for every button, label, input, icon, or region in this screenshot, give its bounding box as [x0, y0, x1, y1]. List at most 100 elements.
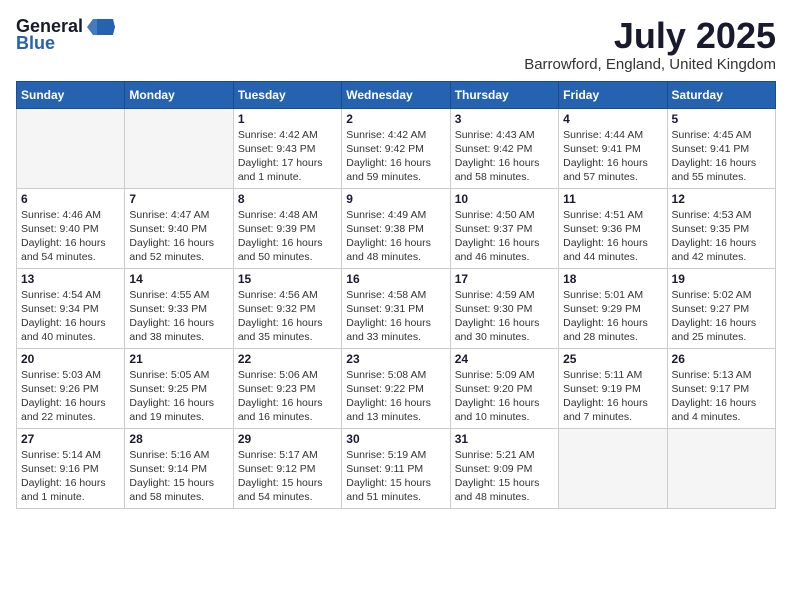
day-number: 15 — [238, 272, 337, 286]
day-number: 7 — [129, 192, 228, 206]
day-number: 26 — [672, 352, 771, 366]
day-detail: Sunrise: 4:43 AM Sunset: 9:42 PM Dayligh… — [455, 128, 554, 185]
day-detail: Sunrise: 4:47 AM Sunset: 9:40 PM Dayligh… — [129, 208, 228, 265]
calendar-cell: 23 Sunrise: 5:08 AM Sunset: 9:22 PM Dayli… — [342, 348, 450, 428]
day-detail: Sunrise: 5:02 AM Sunset: 9:27 PM Dayligh… — [672, 288, 771, 345]
day-number: 25 — [563, 352, 662, 366]
weekday-header-sunday: Sunday — [17, 81, 125, 108]
day-detail: Sunrise: 5:14 AM Sunset: 9:16 PM Dayligh… — [21, 448, 120, 505]
day-detail: Sunrise: 5:05 AM Sunset: 9:25 PM Dayligh… — [129, 368, 228, 425]
day-detail: Sunrise: 4:53 AM Sunset: 9:35 PM Dayligh… — [672, 208, 771, 265]
calendar-cell: 17Sunrise: 4:59 AM Sunset: 9:30 PM Dayli… — [450, 268, 558, 348]
week-row-5: 27 Sunrise: 5:14 AM Sunset: 9:16 PM Dayli… — [17, 428, 776, 508]
calendar-cell: 4 Sunrise: 4:44 AM Sunset: 9:41 PM Daylig… — [559, 108, 667, 188]
day-number: 5 — [672, 112, 771, 126]
month-title: July 2025 — [524, 16, 776, 56]
day-detail: Sunrise: 4:56 AM Sunset: 9:32 PM Dayligh… — [238, 288, 337, 345]
weekday-header-saturday: Saturday — [667, 81, 775, 108]
day-number: 22 — [238, 352, 337, 366]
day-detail: Sunrise: 4:58 AM Sunset: 9:31 PM Dayligh… — [346, 288, 445, 345]
calendar-cell: 10Sunrise: 4:50 AM Sunset: 9:37 PM Dayli… — [450, 188, 558, 268]
day-detail: Sunrise: 5:09 AM Sunset: 9:20 PM Dayligh… — [455, 368, 554, 425]
day-number: 20 — [21, 352, 120, 366]
day-detail: Sunrise: 4:42 AM Sunset: 9:42 PM Dayligh… — [346, 128, 445, 185]
calendar-cell: 25 Sunrise: 5:11 AM Sunset: 9:19 PM Dayli… — [559, 348, 667, 428]
calendar-cell: 20 Sunrise: 5:03 AM Sunset: 9:26 PM Dayli… — [17, 348, 125, 428]
weekday-header-thursday: Thursday — [450, 81, 558, 108]
day-number: 27 — [21, 432, 120, 446]
weekday-header-monday: Monday — [125, 81, 233, 108]
day-detail: Sunrise: 5:03 AM Sunset: 9:26 PM Dayligh… — [21, 368, 120, 425]
day-detail: Sunrise: 4:54 AM Sunset: 9:34 PM Dayligh… — [21, 288, 120, 345]
day-detail: Sunrise: 4:51 AM Sunset: 9:36 PM Dayligh… — [563, 208, 662, 265]
calendar-cell: 12 Sunrise: 4:53 AM Sunset: 9:35 PM Dayli… — [667, 188, 775, 268]
week-row-1: 1Sunrise: 4:42 AM Sunset: 9:43 PM Daylig… — [17, 108, 776, 188]
day-number: 13 — [21, 272, 120, 286]
day-number: 14 — [129, 272, 228, 286]
day-detail: Sunrise: 4:49 AM Sunset: 9:38 PM Dayligh… — [346, 208, 445, 265]
day-detail: Sunrise: 5:01 AM Sunset: 9:29 PM Dayligh… — [563, 288, 662, 345]
calendar-cell: 26 Sunrise: 5:13 AM Sunset: 9:17 PM Dayli… — [667, 348, 775, 428]
day-detail: Sunrise: 4:45 AM Sunset: 9:41 PM Dayligh… — [672, 128, 771, 185]
day-number: 11 — [563, 192, 662, 206]
calendar-cell: 9 Sunrise: 4:49 AM Sunset: 9:38 PM Daylig… — [342, 188, 450, 268]
day-detail: Sunrise: 5:08 AM Sunset: 9:22 PM Dayligh… — [346, 368, 445, 425]
day-number: 3 — [455, 112, 554, 126]
calendar-cell: 14 Sunrise: 4:55 AM Sunset: 9:33 PM Dayli… — [125, 268, 233, 348]
day-number: 18 — [563, 272, 662, 286]
calendar-cell: 28 Sunrise: 5:16 AM Sunset: 9:14 PM Dayli… — [125, 428, 233, 508]
calendar-cell: 24 Sunrise: 5:09 AM Sunset: 9:20 PM Dayli… — [450, 348, 558, 428]
calendar-cell: 22 Sunrise: 5:06 AM Sunset: 9:23 PM Dayli… — [233, 348, 341, 428]
day-number: 24 — [455, 352, 554, 366]
day-number: 12 — [672, 192, 771, 206]
day-number: 31 — [455, 432, 554, 446]
day-detail: Sunrise: 5:16 AM Sunset: 9:14 PM Dayligh… — [129, 448, 228, 505]
day-number: 2 — [346, 112, 445, 126]
page-header: General Blue July 2025 Barrowford, Engla… — [16, 16, 776, 73]
week-row-3: 13 Sunrise: 4:54 AM Sunset: 9:34 PM Dayli… — [17, 268, 776, 348]
day-detail: Sunrise: 4:46 AM Sunset: 9:40 PM Dayligh… — [21, 208, 120, 265]
logo: General Blue — [16, 16, 115, 54]
day-detail: Sunrise: 4:48 AM Sunset: 9:39 PM Dayligh… — [238, 208, 337, 265]
day-number: 9 — [346, 192, 445, 206]
day-number: 28 — [129, 432, 228, 446]
calendar-cell: 3 Sunrise: 4:43 AM Sunset: 9:42 PM Daylig… — [450, 108, 558, 188]
day-number: 19 — [672, 272, 771, 286]
day-detail: Sunrise: 5:11 AM Sunset: 9:19 PM Dayligh… — [563, 368, 662, 425]
day-number: 1 — [238, 112, 337, 126]
day-number: 16 — [346, 272, 445, 286]
day-detail: Sunrise: 5:06 AM Sunset: 9:23 PM Dayligh… — [238, 368, 337, 425]
day-detail: Sunrise: 5:19 AM Sunset: 9:11 PM Dayligh… — [346, 448, 445, 505]
calendar-cell: 31Sunrise: 5:21 AM Sunset: 9:09 PM Dayli… — [450, 428, 558, 508]
week-row-4: 20 Sunrise: 5:03 AM Sunset: 9:26 PM Dayli… — [17, 348, 776, 428]
calendar-cell: 8Sunrise: 4:48 AM Sunset: 9:39 PM Daylig… — [233, 188, 341, 268]
weekday-header-friday: Friday — [559, 81, 667, 108]
day-number: 23 — [346, 352, 445, 366]
weekday-header-row: SundayMondayTuesdayWednesdayThursdayFrid… — [17, 81, 776, 108]
calendar-cell — [559, 428, 667, 508]
day-detail: Sunrise: 5:13 AM Sunset: 9:17 PM Dayligh… — [672, 368, 771, 425]
calendar-cell: 7 Sunrise: 4:47 AM Sunset: 9:40 PM Daylig… — [125, 188, 233, 268]
week-row-2: 6Sunrise: 4:46 AM Sunset: 9:40 PM Daylig… — [17, 188, 776, 268]
calendar-cell: 2 Sunrise: 4:42 AM Sunset: 9:42 PM Daylig… — [342, 108, 450, 188]
title-area: July 2025 Barrowford, England, United Ki… — [524, 16, 776, 73]
day-detail: Sunrise: 4:44 AM Sunset: 9:41 PM Dayligh… — [563, 128, 662, 185]
day-detail: Sunrise: 5:17 AM Sunset: 9:12 PM Dayligh… — [238, 448, 337, 505]
calendar-cell: 13 Sunrise: 4:54 AM Sunset: 9:34 PM Dayli… — [17, 268, 125, 348]
day-number: 4 — [563, 112, 662, 126]
day-number: 29 — [238, 432, 337, 446]
day-number: 30 — [346, 432, 445, 446]
day-detail: Sunrise: 4:50 AM Sunset: 9:37 PM Dayligh… — [455, 208, 554, 265]
day-detail: Sunrise: 4:55 AM Sunset: 9:33 PM Dayligh… — [129, 288, 228, 345]
calendar-cell — [667, 428, 775, 508]
weekday-header-tuesday: Tuesday — [233, 81, 341, 108]
calendar-cell — [125, 108, 233, 188]
calendar-cell: 11 Sunrise: 4:51 AM Sunset: 9:36 PM Dayli… — [559, 188, 667, 268]
calendar-cell — [17, 108, 125, 188]
calendar-cell: 15 Sunrise: 4:56 AM Sunset: 9:32 PM Dayli… — [233, 268, 341, 348]
calendar-cell: 18 Sunrise: 5:01 AM Sunset: 9:29 PM Dayli… — [559, 268, 667, 348]
blue-text: Blue — [16, 33, 55, 54]
day-detail: Sunrise: 4:59 AM Sunset: 9:30 PM Dayligh… — [455, 288, 554, 345]
day-number: 21 — [129, 352, 228, 366]
location: Barrowford, England, United Kingdom — [524, 56, 776, 73]
